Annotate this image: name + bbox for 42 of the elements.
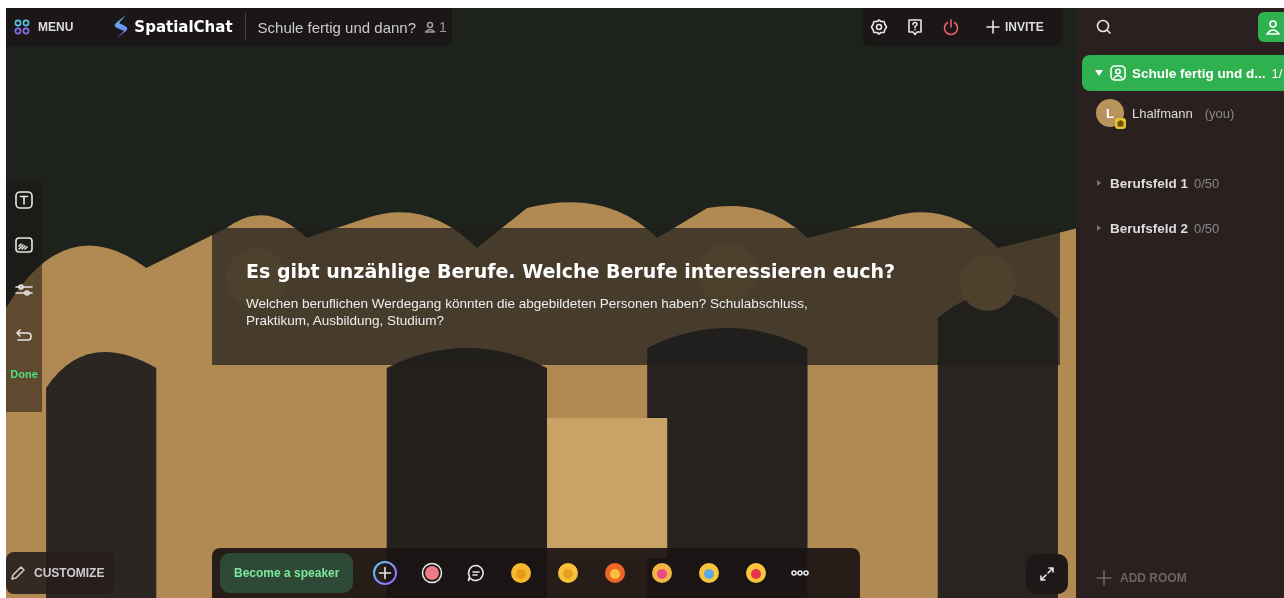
fullscreen-button[interactable] [1026,554,1068,594]
more-button[interactable] [791,570,810,576]
room-icon [1110,65,1126,81]
power-button[interactable] [942,18,960,36]
avatar: L [1096,99,1124,127]
room-count: 0/50 [1194,220,1220,236]
announcement-text: Welchen beruflichen Werdegang könnten die abgebildeten Personen haben? Schulabschluss, Praktikum, Ausbildung, Studium? [246,295,809,329]
user-button[interactable] [1258,12,1284,42]
done-button[interactable]: Done [10,368,38,380]
room-count: 1/ [1271,65,1283,81]
search-button[interactable] [1096,19,1112,35]
room-item[interactable]: Berufsfeld 1 0/50 [1082,165,1284,201]
add-button[interactable] [372,560,399,586]
record-button[interactable] [421,562,444,584]
text-tool-button[interactable] [14,190,34,210]
participant-name: Lhalfmann [1132,105,1193,121]
logo-text: SpatialChat [134,18,233,36]
participant-note: (you) [1204,105,1235,121]
space-title: Schule fertig und dann? [257,18,416,36]
room-name: Berufsfeld 2 [1110,220,1189,236]
grid-icon [14,19,30,35]
host-badge-icon [1115,118,1126,129]
room-name: Berufsfeld 1 [1110,175,1189,191]
person-icon [1265,19,1281,35]
person-icon [424,21,436,33]
help-button[interactable] [906,18,924,36]
expand-icon [1039,566,1055,582]
plus-icon [1096,570,1112,586]
room-name: Schule fertig und d... [1132,65,1266,81]
pencil-icon [10,565,26,581]
background-tool-button[interactable] [14,235,34,255]
invite-button[interactable]: INVITE [986,20,1044,34]
announcement-title: Es gibt unzählige Berufe. Welche Berufe interessieren euch? [246,260,897,282]
menu-button[interactable]: MENU [8,19,80,35]
customize-button[interactable]: CUSTOMIZE [6,552,115,594]
room-item[interactable]: Berufsfeld 2 0/50 [1082,210,1284,246]
settings-button[interactable] [870,18,888,36]
chat-button[interactable] [466,563,487,583]
plus-icon [986,20,1000,34]
participant-count: 1 [424,19,447,35]
become-speaker-button[interactable]: Become a speaker [220,553,354,593]
room-count: 0/50 [1194,175,1220,191]
